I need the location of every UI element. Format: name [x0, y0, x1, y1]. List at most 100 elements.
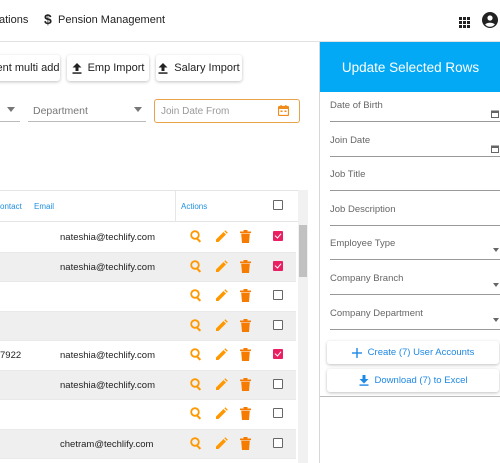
- company-branch-field[interactable]: Company Branch: [330, 269, 500, 295]
- delete-icon[interactable]: [240, 230, 251, 243]
- multi-add-button[interactable]: ent multi add: [0, 55, 60, 81]
- cell-email: chetram@techlify.com: [60, 438, 154, 450]
- search-icon[interactable]: [190, 407, 203, 420]
- edit-icon[interactable]: [215, 259, 228, 273]
- search-icon[interactable]: [190, 318, 203, 332]
- delete-icon[interactable]: [240, 348, 251, 361]
- search-icon[interactable]: [190, 377, 203, 391]
- edit-icon[interactable]: [215, 230, 228, 243]
- edit-icon[interactable]: [215, 318, 228, 332]
- create-user-accounts-button[interactable]: Create (7) User Accounts: [327, 341, 499, 364]
- emp-import-label: Emp Import: [87, 62, 145, 74]
- panel-divider: [320, 396, 500, 397]
- join-date-from-input[interactable]: Join Date From: [154, 99, 300, 123]
- delete-icon[interactable]: [240, 289, 251, 302]
- chevron-down-icon: [493, 248, 499, 253]
- calendar-icon[interactable]: [491, 110, 499, 118]
- delete-icon[interactable]: [240, 436, 251, 450]
- dollar-icon: $: [44, 11, 52, 27]
- date-of-birth-label: Date of Birth: [330, 100, 383, 111]
- company-branch-label: Company Branch: [330, 273, 404, 284]
- filter-select-previous[interactable]: [0, 100, 20, 122]
- calendar-icon[interactable]: [491, 145, 499, 153]
- chevron-down-icon: [493, 283, 499, 287]
- edit-icon[interactable]: [215, 289, 228, 302]
- cell-email: nateshia@techlify.com: [60, 261, 156, 273]
- delete-icon[interactable]: [240, 318, 251, 332]
- column-divider: [175, 191, 176, 221]
- download-icon: [359, 375, 369, 386]
- search-icon[interactable]: [190, 230, 203, 243]
- update-selected-rows-panel: Update Selected Rows Date of Birth Join D…: [319, 42, 500, 463]
- row-select-checkbox[interactable]: [273, 319, 283, 330]
- job-title-label: Job Title: [330, 169, 366, 181]
- emp-import-button[interactable]: Emp Import: [67, 55, 149, 81]
- job-description-field[interactable]: Job Description: [330, 200, 500, 226]
- cell-email: nateshia@techlify.com: [60, 350, 156, 361]
- nav-item-applications[interactable]: ations: [0, 14, 28, 26]
- delete-icon[interactable]: [240, 407, 251, 420]
- multi-add-label: ent multi add: [0, 62, 60, 74]
- table-scrollbar[interactable]: [298, 190, 308, 463]
- select-all-checkbox[interactable]: [273, 200, 283, 210]
- cell-contact: 7922: [0, 350, 22, 361]
- edit-icon[interactable]: [215, 407, 228, 420]
- download-to-excel-label: Download (7) to Excel: [374, 375, 468, 386]
- create-user-accounts-label: Create (7) User Accounts: [367, 347, 475, 358]
- delete-icon[interactable]: [240, 259, 251, 273]
- row-select-checkbox[interactable]: [273, 378, 283, 389]
- salary-import-button[interactable]: Salary Import: [156, 55, 242, 81]
- panel-title: Update Selected Rows: [320, 42, 500, 92]
- department-filter[interactable]: Department: [28, 100, 146, 122]
- account-circle-icon[interactable]: [482, 12, 498, 33]
- chevron-down-icon: [493, 317, 499, 322]
- row-select-checkbox[interactable]: [273, 260, 283, 271]
- delete-icon[interactable]: [240, 377, 251, 391]
- scrollbar-thumb[interactable]: [299, 225, 307, 277]
- job-title-field[interactable]: Job Title: [330, 165, 500, 192]
- row-select-checkbox[interactable]: [273, 349, 283, 359]
- plus-icon: [351, 347, 362, 358]
- edit-icon[interactable]: [215, 436, 228, 450]
- department-placeholder: Department: [33, 105, 88, 117]
- join-date-field[interactable]: Join Date: [330, 131, 500, 157]
- search-icon[interactable]: [190, 259, 203, 273]
- nav-item-pension-management[interactable]: Pension Management: [58, 14, 165, 26]
- table-row[interactable]: [0, 282, 296, 312]
- join-date-label: Join Date: [330, 134, 371, 146]
- column-header-contact[interactable]: ontact: [0, 202, 22, 211]
- row-select-checkbox[interactable]: [273, 408, 283, 418]
- table-row[interactable]: [0, 400, 296, 430]
- edit-icon[interactable]: [215, 377, 228, 391]
- search-icon[interactable]: [190, 436, 203, 450]
- column-header-email[interactable]: Email: [34, 202, 54, 211]
- employee-type-field[interactable]: Employee Type: [330, 234, 500, 261]
- table-row[interactable]: [0, 311, 296, 341]
- upload-icon: [72, 62, 82, 74]
- chevron-down-icon: [134, 107, 142, 112]
- cell-email: nateshia@techlify.com: [60, 232, 156, 243]
- table-row[interactable]: chetram@techlify.com: [0, 429, 296, 459]
- search-icon[interactable]: [190, 289, 203, 302]
- table-row[interactable]: nateshia@techlify.com: [0, 223, 296, 253]
- search-icon[interactable]: [190, 348, 203, 361]
- row-select-checkbox[interactable]: [273, 231, 283, 241]
- table-row[interactable]: nateshia@techlify.com: [0, 252, 296, 282]
- row-select-checkbox[interactable]: [273, 290, 283, 300]
- upload-icon: [158, 62, 168, 74]
- date-of-birth-field[interactable]: Date of Birth: [330, 96, 500, 122]
- employee-type-label: Employee Type: [330, 238, 396, 250]
- download-to-excel-button[interactable]: Download (7) to Excel: [327, 369, 499, 392]
- apps-grid-icon[interactable]: [459, 15, 470, 33]
- company-department-field[interactable]: Company Department: [330, 304, 500, 330]
- edit-icon[interactable]: [215, 348, 228, 361]
- table-row[interactable]: nateshia@techlify.com: [0, 370, 296, 400]
- top-navigation-bar: ations $ Pension Management: [0, 0, 500, 42]
- job-description-label: Job Description: [330, 203, 396, 215]
- table-header: ontact Email Actions: [0, 190, 300, 222]
- table-row[interactable]: 7922 nateshia@techlify.com: [0, 341, 296, 371]
- chevron-down-icon: [7, 107, 15, 112]
- row-select-checkbox[interactable]: [273, 437, 283, 448]
- calendar-icon[interactable]: [278, 105, 289, 116]
- cell-email: nateshia@techlify.com: [60, 379, 156, 391]
